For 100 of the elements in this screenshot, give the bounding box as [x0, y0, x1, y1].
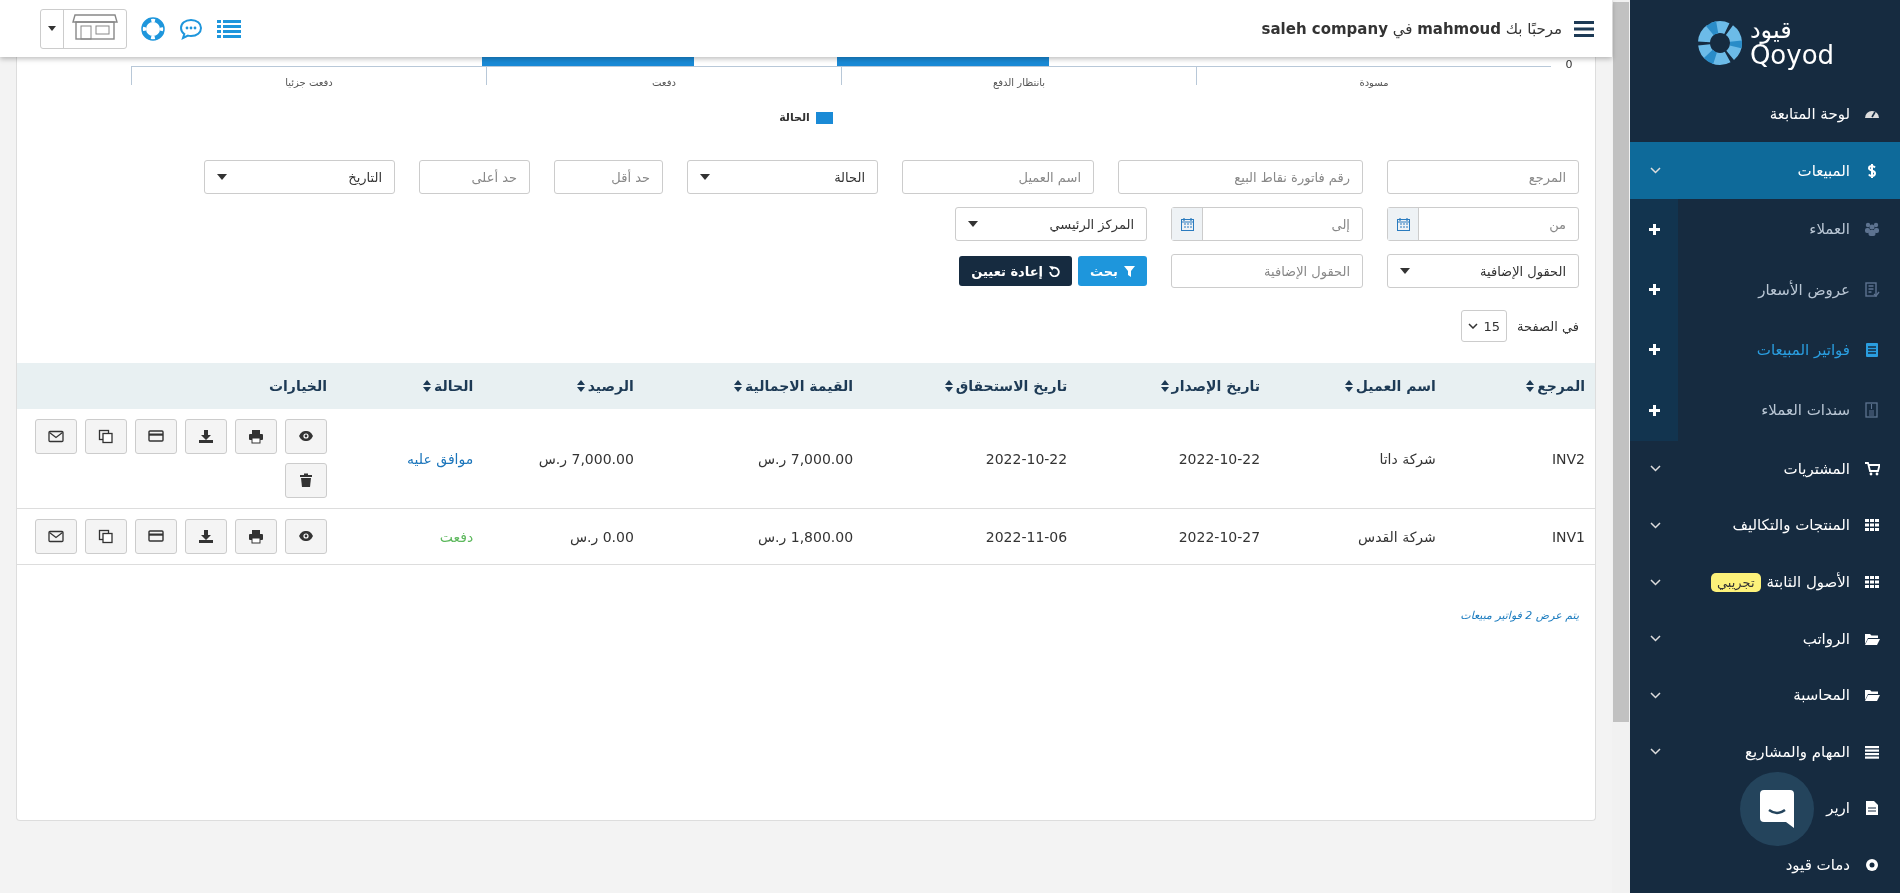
trash-button[interactable] — [285, 463, 327, 498]
trash-icon — [298, 473, 314, 488]
legend-swatch — [815, 111, 833, 124]
chat-icon[interactable] — [179, 17, 203, 40]
eye-button[interactable] — [285, 419, 327, 454]
text-field[interactable]: حد أقل — [554, 160, 663, 194]
envelope-button[interactable] — [35, 419, 77, 454]
per-page-label: في الصفحة — [1517, 318, 1579, 334]
sidebar-item[interactable]: المهام والمشاريع — [1630, 723, 1900, 780]
sort-icon — [734, 380, 743, 392]
envelope-button[interactable] — [35, 519, 77, 554]
sidebar-item[interactable]: المحاسبة — [1630, 666, 1900, 724]
download-icon — [198, 529, 214, 544]
caret-icon — [48, 26, 56, 31]
table-cell: 7,000.00 ر.س — [538, 450, 634, 467]
column-header[interactable]: اسم العميل — [1344, 378, 1436, 394]
column-header[interactable]: تاريخ الإصدار — [1160, 378, 1261, 394]
text-field[interactable]: اسم العميل — [902, 160, 1094, 194]
sidebar-item[interactable]: المنتجات والتكاليف — [1630, 497, 1900, 554]
sidebar-item[interactable]: ارير — [1630, 779, 1900, 837]
list-icon — [1864, 743, 1880, 760]
sidebar-item[interactable]: المشتريات — [1630, 440, 1900, 498]
submenu-item[interactable]: عروض الأسعار — [1678, 259, 1900, 320]
card-button[interactable] — [135, 519, 177, 554]
column-header[interactable]: الخيارات — [268, 378, 327, 394]
select-field[interactable]: المركز الرئيسي — [955, 207, 1147, 241]
download-button[interactable] — [185, 419, 227, 454]
chevron-down-icon — [1650, 748, 1661, 756]
text-field[interactable]: الحقول الإضافية — [1171, 254, 1363, 288]
envelope-icon — [48, 529, 64, 544]
lifebuoy-icon[interactable] — [141, 16, 165, 41]
sidebar-item[interactable]: لوحة المتابعة — [1630, 85, 1900, 143]
chevron-down-icon — [1650, 521, 1661, 529]
envelope-icon — [48, 429, 64, 444]
eye-button[interactable] — [285, 519, 327, 554]
plus-icon — [1648, 223, 1660, 235]
reset-button[interactable]: إعادة تعيين — [959, 256, 1072, 286]
table-cell: 1,800.00 ر.س — [758, 528, 854, 545]
chat-bubble-icon — [1760, 790, 1794, 828]
store-dropdown[interactable] — [40, 8, 127, 49]
gear-icon — [1864, 856, 1880, 873]
eye-icon — [298, 429, 314, 444]
calendar-icon — [1396, 217, 1410, 231]
sidebar-label: ارير — [1826, 799, 1850, 818]
legend-label: الحالة — [779, 111, 810, 124]
card-button[interactable] — [135, 419, 177, 454]
reset-icon — [1049, 265, 1060, 277]
card-icon — [148, 429, 164, 444]
category-label: دفعت جزئيا — [285, 77, 333, 88]
date-field[interactable]: إلى — [1171, 207, 1363, 241]
chevron-down-icon — [1468, 323, 1479, 329]
text-field[interactable]: حد أعلى — [419, 160, 530, 194]
menu-icon[interactable] — [1574, 20, 1594, 37]
eye-icon — [298, 529, 314, 544]
scrollbar[interactable] — [1612, 0, 1630, 893]
print-icon — [248, 429, 264, 444]
text-field[interactable]: المرجع — [1387, 160, 1579, 194]
text-field[interactable]: رقم فاتورة نقاط البيع — [1118, 160, 1363, 194]
sort-icon — [1160, 380, 1169, 392]
select-field[interactable]: الحالة — [687, 160, 878, 194]
copy-button[interactable] — [85, 419, 127, 454]
filter-icon — [1124, 265, 1135, 277]
print-button[interactable] — [235, 519, 277, 554]
table-cell: شركة القدس — [1358, 528, 1436, 545]
date-field[interactable]: من — [1387, 207, 1579, 241]
sidebar-item[interactable]: الرواتب — [1630, 610, 1900, 667]
list-icon[interactable] — [217, 18, 241, 39]
submenu-item[interactable]: سندات العملاء — [1678, 380, 1900, 441]
chevron-down-icon — [1650, 465, 1661, 473]
sidebar-item[interactable]: المبيعات — [1630, 142, 1900, 199]
download-icon — [198, 429, 214, 444]
column-header[interactable]: الحالة — [423, 378, 474, 394]
users-icon — [1864, 221, 1880, 238]
submenu-item[interactable]: فواتير المبيعات — [1678, 319, 1900, 381]
category-label: مسودة — [1359, 77, 1389, 88]
table-cell: INV1 — [1551, 528, 1585, 545]
copy-button[interactable] — [85, 519, 127, 554]
sidebar-item[interactable]: دمات قيود — [1630, 836, 1900, 893]
folder-icon — [1864, 687, 1880, 704]
download-button[interactable] — [185, 519, 227, 554]
beta-badge: تجريبي — [1711, 572, 1761, 592]
sort-icon — [1344, 380, 1353, 392]
column-header[interactable]: القيمة الاجمالية — [734, 378, 854, 394]
sort-icon — [1526, 380, 1535, 392]
sidebar-label: الأصول الثابتة — [1766, 573, 1850, 591]
caret-icon — [217, 174, 227, 180]
column-header[interactable]: المرجع — [1526, 378, 1585, 394]
chevron-down-icon — [1650, 167, 1661, 175]
caret-icon — [968, 221, 978, 227]
per-page-select[interactable]: 15 — [1461, 310, 1508, 342]
document-icon — [1864, 800, 1880, 817]
submenu-item[interactable]: العملاء — [1678, 198, 1900, 260]
chevron-down-icon — [1650, 691, 1661, 699]
print-button[interactable] — [235, 419, 277, 454]
category-label: بانتظار الدفع — [992, 77, 1046, 88]
column-header[interactable]: الرصيد — [576, 378, 634, 394]
sidebar-label: المهام والمشاريع — [1745, 742, 1850, 761]
select-field[interactable]: التاريخ — [204, 160, 395, 194]
select-field[interactable]: الحقول الإضافية — [1387, 254, 1579, 288]
sidebar-item[interactable]: الأصول الثابتة تجريبي — [1630, 553, 1900, 611]
